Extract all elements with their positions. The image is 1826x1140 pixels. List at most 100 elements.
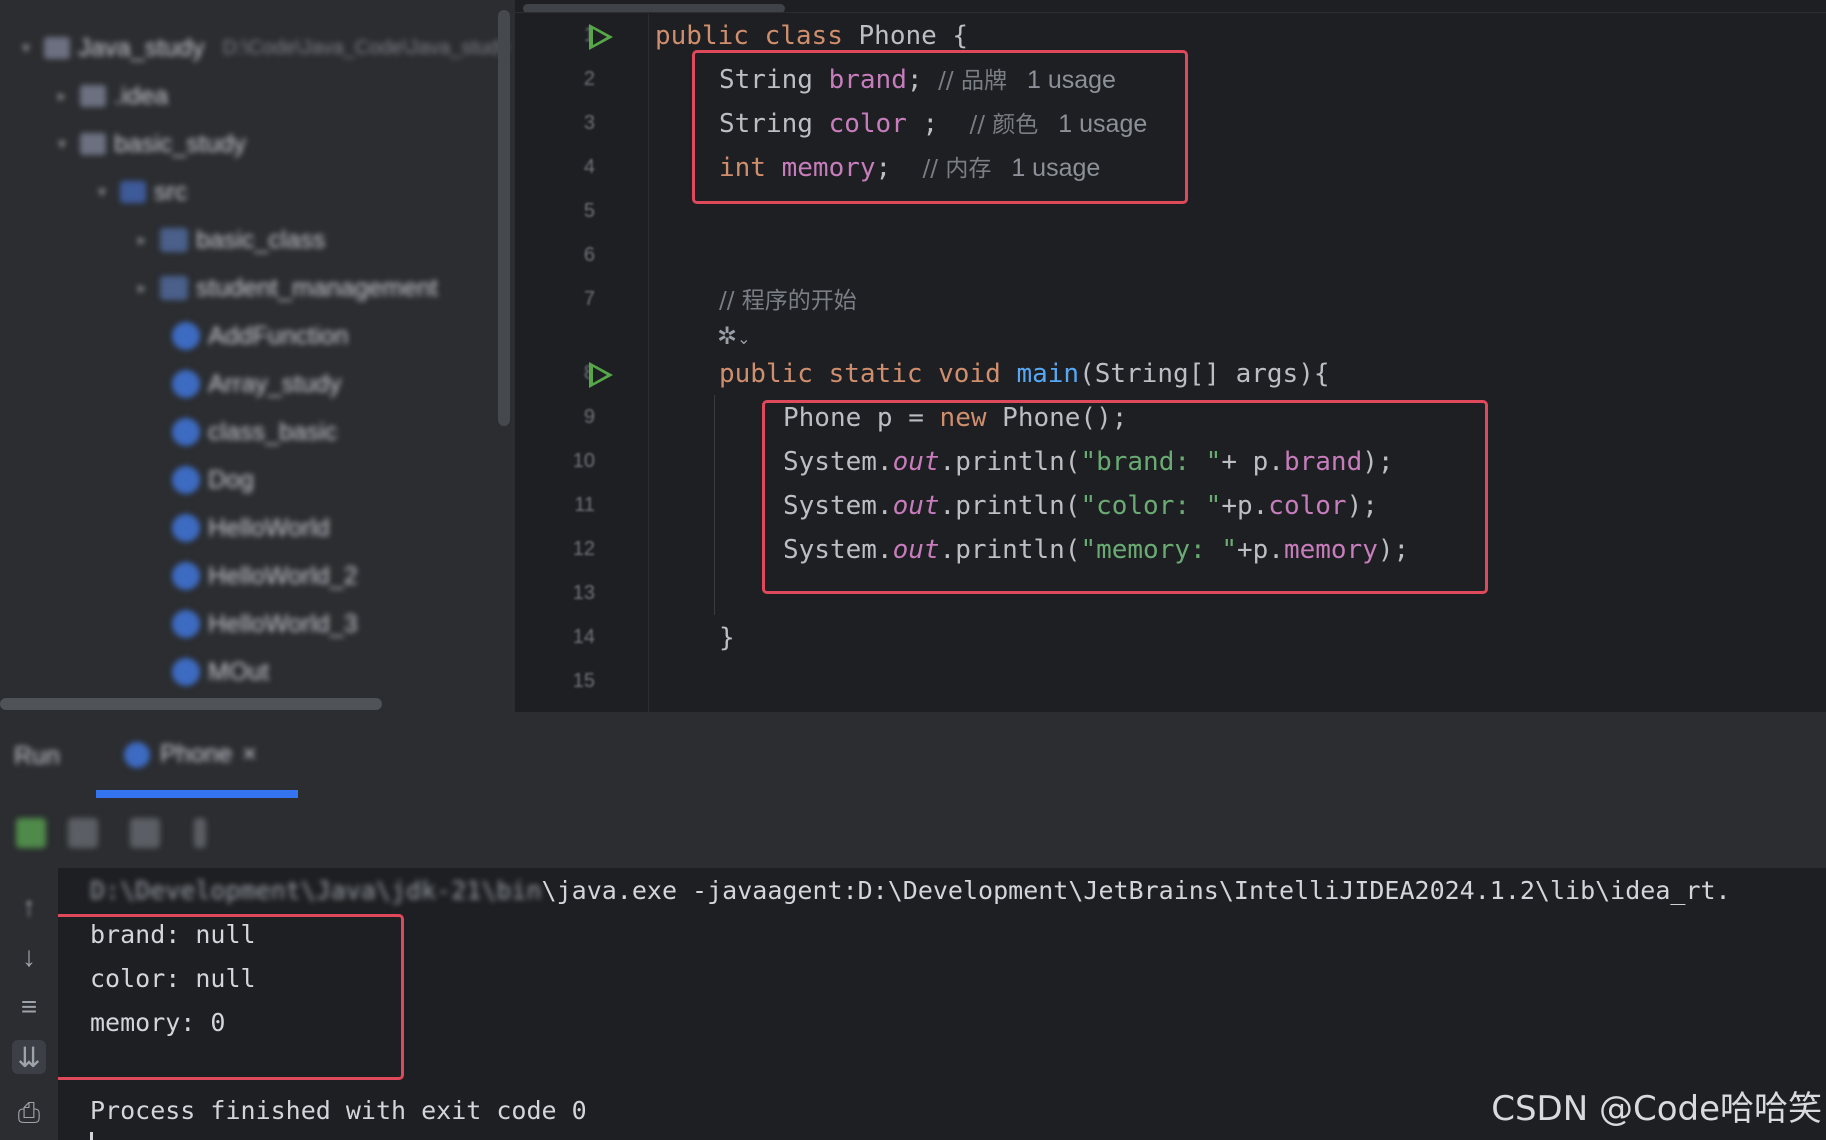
gutter-separator — [648, 14, 649, 712]
tree-item-label: basic_study — [114, 129, 247, 158]
print-icon[interactable]: ⎙ — [12, 1096, 46, 1130]
highlight-box-fields — [692, 50, 1188, 204]
indent-guide — [714, 395, 715, 615]
highlight-box-output — [58, 914, 404, 1080]
tree-item-label: basic_class — [196, 225, 326, 254]
tree-item-idea[interactable]: ▸ .idea — [58, 78, 168, 114]
tree-item-class[interactable]: HelloWorld — [172, 510, 330, 546]
code-line-8[interactable]: public static void main(String[] args){ — [719, 356, 1330, 392]
tree-item-label: HelloWorld_3 — [208, 609, 358, 638]
java-class-icon — [172, 514, 200, 542]
console-side-toolbar: ↑ ↓ ≡ ⇊ ⎙ — [0, 868, 58, 1140]
tree-item-label: AddFunction — [208, 321, 349, 350]
run-tool-window-header: Run Phone × — [0, 712, 1826, 799]
java-class-icon — [172, 466, 200, 494]
package-icon — [160, 228, 188, 252]
source-folder-icon — [120, 181, 146, 203]
tree-item-class[interactable]: Array_study — [172, 366, 341, 402]
tree-item-label: student_management — [196, 273, 438, 302]
line-number: 3 — [583, 112, 595, 134]
line-number: 5 — [583, 200, 595, 222]
ai-assistant-icon[interactable]: ✲⌄ — [717, 322, 751, 351]
arrow-down-icon[interactable]: ↓ — [12, 940, 46, 974]
close-icon[interactable]: × — [242, 740, 257, 769]
scroll-to-end-icon[interactable]: ⇊ — [12, 1040, 46, 1074]
tree-item-label: HelloWorld_2 — [208, 561, 358, 590]
project-tool-window: ▾ Java_study D:\Code\Java_Code\Java_stud… — [0, 0, 515, 712]
tree-item-label: MOut — [208, 657, 270, 686]
line-number: 13 — [572, 582, 595, 604]
more-options-icon[interactable] — [194, 818, 206, 848]
comment: // 程序的开始 — [719, 288, 857, 314]
method-name: main — [1016, 359, 1080, 389]
keyword: public — [655, 21, 749, 51]
chevron-right-icon[interactable]: ▸ — [138, 278, 152, 298]
tree-root[interactable]: ▾ Java_study D:\Code\Java_Code\Java_stud… — [22, 30, 509, 66]
rerun-icon[interactable] — [16, 818, 46, 848]
chevron-right-icon[interactable]: ▸ — [138, 230, 152, 250]
code-line-14[interactable]: } — [719, 620, 735, 656]
tree-item-src[interactable]: ▾ src — [98, 174, 187, 210]
tree-item-label: Dog — [208, 465, 254, 494]
console-exit-line: Process finished with exit code 0 — [90, 1096, 587, 1125]
params: (String[] args){ — [1079, 359, 1330, 389]
code-editor[interactable]: 1 2 3 4 5 6 7 8 9 10 11 12 13 14 15 publ… — [515, 0, 1826, 712]
tree-item-label: Array_study — [208, 369, 342, 398]
tree-item-class[interactable]: HelloWorld_2 — [172, 558, 358, 594]
line-number: 9 — [583, 406, 595, 428]
folder-icon — [80, 85, 106, 107]
editor-divider — [515, 12, 1826, 13]
stop-icon[interactable] — [68, 818, 98, 848]
console-command-line: D:\Development\Java\jdk-21\bin\java.exe … — [90, 876, 1731, 905]
tree-root-label: Java_study — [78, 33, 205, 62]
run-play-icon[interactable] — [589, 24, 613, 50]
tree-item-class[interactable]: HelloWorld_3 — [172, 606, 358, 642]
chevron-down-icon[interactable]: ⌄ — [737, 331, 750, 348]
tree-item-label: src — [154, 177, 188, 206]
java-class-icon — [172, 658, 200, 686]
tree-item-class[interactable]: AddFunction — [172, 318, 348, 354]
java-class-icon — [172, 322, 200, 350]
line-number: 2 — [583, 68, 595, 90]
java-class-icon — [172, 610, 200, 638]
tab-phone[interactable]: Phone × — [124, 740, 257, 769]
tree-item-class[interactable]: class_basic — [172, 414, 337, 450]
java-class-icon — [172, 370, 200, 398]
keyword: static — [828, 359, 923, 389]
closing-brace: } — [719, 623, 735, 653]
run-toolbar — [0, 798, 1826, 868]
code-line-7[interactable]: // 程序的开始 — [719, 282, 857, 319]
arrow-up-icon[interactable]: ↑ — [12, 890, 46, 924]
tree-horizontal-scrollbar[interactable] — [0, 698, 382, 710]
code-line-1[interactable]: public class Phone { — [655, 18, 968, 54]
tree-item-package[interactable]: ▸ student_management — [138, 270, 438, 306]
keyword: public — [719, 359, 813, 389]
line-number: 6 — [583, 244, 595, 266]
active-tab-indicator — [96, 790, 298, 798]
line-number: 10 — [572, 450, 595, 472]
java-class-icon — [172, 562, 200, 590]
tree-item-module[interactable]: ▾ basic_study — [58, 126, 246, 162]
line-number: 11 — [574, 494, 595, 516]
keyword: class — [764, 21, 843, 51]
screenshot-icon[interactable] — [130, 818, 160, 848]
line-number: 12 — [572, 538, 595, 560]
package-icon — [160, 276, 188, 300]
chevron-down-icon[interactable]: ▾ — [98, 182, 112, 202]
line-number: 15 — [572, 670, 595, 692]
tab-run[interactable]: Run — [14, 742, 60, 771]
tree-vertical-scrollbar[interactable] — [498, 10, 510, 426]
tree-item-class[interactable]: Dog — [172, 462, 254, 498]
chevron-right-icon[interactable]: ▸ — [58, 86, 72, 106]
chevron-down-icon[interactable]: ▾ — [58, 134, 72, 154]
class-name: Phone { — [858, 21, 969, 51]
watermark: CSDN @Code哈哈笑 — [1491, 1089, 1822, 1129]
line-number: 4 — [583, 156, 595, 178]
run-play-icon[interactable] — [589, 362, 613, 388]
text-caret — [90, 1132, 93, 1140]
chevron-down-icon[interactable]: ▾ — [22, 38, 36, 58]
tree-item-class[interactable]: MOut — [172, 654, 269, 690]
command-text: \java.exe -javaagent:D:\Development\JetB… — [541, 876, 1731, 905]
tree-item-package[interactable]: ▸ basic_class — [138, 222, 325, 258]
soft-wrap-icon[interactable]: ≡ — [12, 990, 46, 1024]
